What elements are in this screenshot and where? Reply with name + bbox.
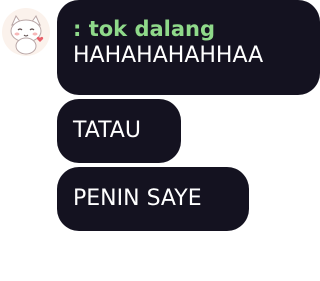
message-bubble[interactable]: PENIN SAYE xyxy=(57,167,249,231)
sender-name: : tok dalang xyxy=(73,17,216,41)
message-text: TATAU xyxy=(73,118,141,143)
cat-avatar-icon xyxy=(10,14,44,55)
message-bubble[interactable]: TATAU xyxy=(57,99,181,163)
chat-thread: : tok dalang HAHAHAHAHHAA TATAU PENIN SA… xyxy=(0,0,320,281)
message-text: HAHAHAHAHHAA xyxy=(73,43,264,68)
message-bubble[interactable]: : tok dalang HAHAHAHAHHAA xyxy=(57,0,320,95)
message-text: PENIN SAYE xyxy=(73,186,202,211)
avatar[interactable] xyxy=(2,8,50,56)
